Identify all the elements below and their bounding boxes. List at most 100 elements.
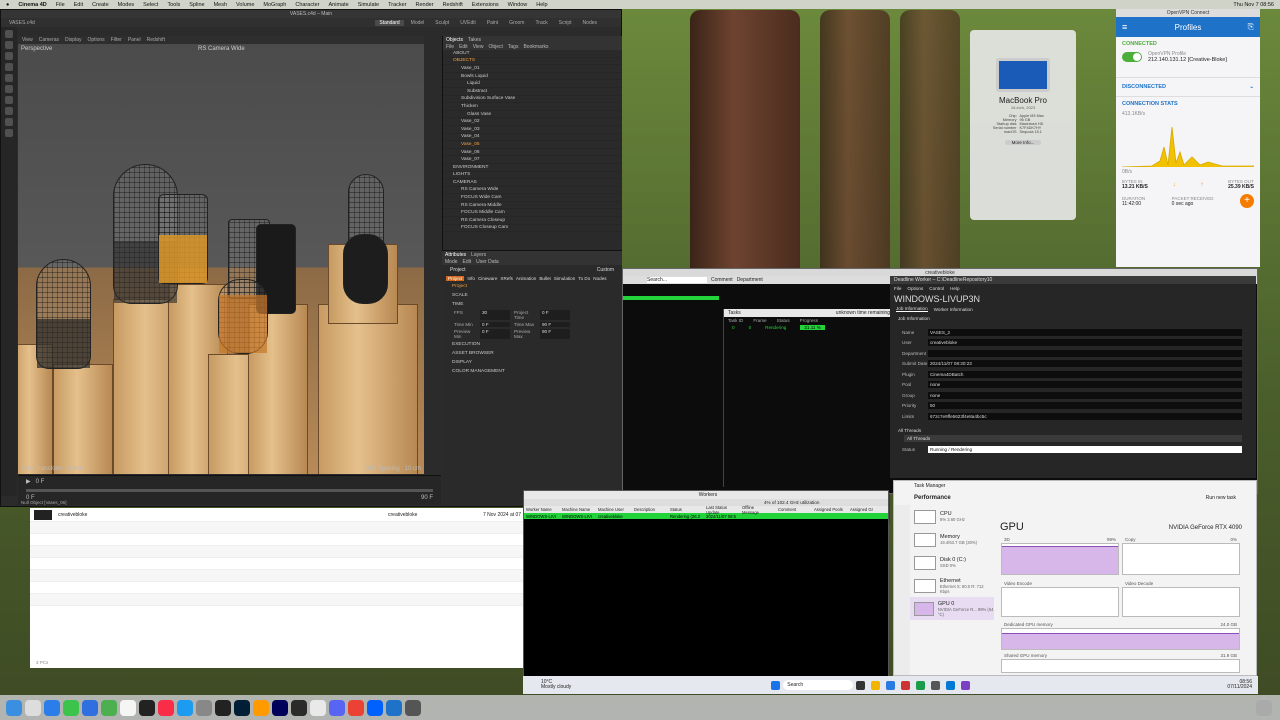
menubar-app-name[interactable]: Cinema 4D	[18, 2, 46, 8]
worker-row[interactable]: WINDOWS-LIVUP... WINDOWS-LIVUP... creative…	[524, 513, 888, 519]
move-tool-icon[interactable]	[5, 30, 13, 38]
menubar-clock[interactable]: Thu Nov 7 08:56	[1233, 2, 1274, 8]
threads-dropdown[interactable]: All Threads	[904, 434, 1242, 442]
photos-icon[interactable]	[120, 699, 136, 716]
apple-icon[interactable]: ●	[6, 2, 9, 8]
import-profile-icon[interactable]: ⎘	[1248, 22, 1254, 32]
object-row[interactable]: RS Camera Wide	[443, 187, 622, 195]
layout-tab[interactable]: Sculpt	[431, 20, 453, 26]
job-field-value[interactable]: none	[928, 381, 1242, 389]
terminal-icon[interactable]	[291, 699, 307, 716]
list-item[interactable]: creativebloke creativebloke 7 Nov 2024 a…	[30, 508, 523, 522]
object-row[interactable]: Substract	[443, 88, 622, 96]
magnet-tool-icon[interactable]	[5, 129, 13, 137]
menubar-item[interactable]: Render	[416, 2, 434, 8]
attr-section-color-management[interactable]: COLOR MANAGEMENT	[442, 367, 622, 376]
object-row[interactable]: OBJECTS	[443, 58, 622, 66]
layout-tab[interactable]: Model	[407, 20, 429, 26]
vp-menu-item[interactable]: View	[22, 37, 33, 43]
object-row[interactable]: Vase_03	[443, 126, 622, 134]
object-row[interactable]: FOCUS Wide Cam	[443, 194, 622, 202]
workers-col[interactable]: Worker Name	[526, 507, 556, 512]
vp-menu-item[interactable]: Redshift	[147, 37, 165, 43]
vp-menu-item[interactable]: Options	[87, 37, 104, 43]
menubar-item[interactable]: Help	[536, 2, 547, 8]
tab-objects[interactable]: Objects	[446, 37, 463, 43]
object-row[interactable]: Vase_06	[443, 149, 622, 157]
settings-icon[interactable]	[196, 699, 212, 716]
layout-tab[interactable]: Script	[555, 20, 576, 26]
object-row[interactable]: Vase_07	[443, 156, 622, 164]
rotate-tool-icon[interactable]	[5, 41, 13, 49]
workers-col[interactable]: Description	[634, 507, 664, 512]
attr-subtab[interactable]: Animation	[516, 276, 536, 281]
safari-icon[interactable]	[44, 699, 60, 716]
run-new-task-button[interactable]: Run new task	[1206, 495, 1236, 501]
om-menu-item[interactable]: Object	[488, 44, 502, 50]
attr-subtab-project[interactable]: Project	[446, 276, 465, 281]
attr-subtab[interactable]: XRefs	[500, 276, 513, 281]
menubar-item[interactable]: Character	[295, 2, 319, 8]
job-field-value[interactable]: VASES_2	[928, 328, 1242, 336]
job-field-value[interactable]: 672c7e9ffe5623f4e8a4bc5c	[928, 412, 1242, 420]
app-icon[interactable]	[961, 680, 971, 690]
object-row[interactable]: Vase_01	[443, 65, 622, 73]
tasks-col[interactable]: Progress	[800, 318, 818, 323]
workers-col[interactable]: Assigned Gr	[850, 507, 880, 512]
taskview-icon[interactable]	[856, 680, 866, 690]
object-row[interactable]: RS Camera Middle	[443, 202, 622, 210]
hamburger-icon[interactable]: ≡	[1122, 22, 1127, 32]
current-frame[interactable]: 0 F	[36, 479, 45, 485]
timeline[interactable]: ▶ 0 F 0 F 90 F	[18, 475, 441, 505]
job-field-value[interactable]: 2024/11/07 08:30:23	[928, 360, 1242, 368]
tab-attributes[interactable]: Attributes	[445, 252, 466, 258]
add-profile-button[interactable]: +	[1240, 194, 1254, 208]
vp-menu-item[interactable]: Cameras	[39, 37, 59, 43]
layout-tab[interactable]: Paint	[483, 20, 502, 26]
attr-section-asset-browser[interactable]: ASSET BROWSER	[442, 349, 622, 358]
object-row[interactable]: FOCUS Middle Cam	[443, 209, 622, 218]
vp-menu-item[interactable]: Filter	[111, 37, 122, 43]
messages-icon[interactable]	[63, 699, 79, 716]
play-icon[interactable]: ▶	[26, 478, 31, 485]
discord-icon[interactable]	[329, 699, 345, 716]
job-field-value[interactable]	[928, 349, 1242, 357]
time-field-value[interactable]: 90 F	[540, 329, 570, 339]
polygon-mode-icon[interactable]	[5, 74, 13, 82]
layout-tab[interactable]: UVEdit	[456, 20, 480, 26]
maps-icon[interactable]	[101, 699, 117, 716]
vase-mesh[interactable]	[158, 194, 208, 284]
vp-menu-item[interactable]: Panel	[128, 37, 141, 43]
object-row[interactable]: ABOUT	[443, 50, 622, 58]
workers-col[interactable]: Offline Message	[742, 505, 772, 515]
workers-col[interactable]: Status	[670, 507, 700, 512]
workers-col[interactable]: Comment	[778, 507, 808, 512]
tab-job-information[interactable]: Job Information	[896, 306, 928, 312]
menubar-item[interactable]: Select	[143, 2, 158, 8]
windows-start-icon[interactable]	[771, 680, 781, 690]
attr-menu-item[interactable]: Edit	[463, 259, 472, 265]
chrome-icon[interactable]	[348, 699, 364, 716]
edge-icon[interactable]	[886, 680, 896, 690]
select-tool-icon[interactable]	[5, 63, 13, 71]
vase-mesh[interactable]	[36, 259, 91, 369]
object-row[interactable]: ENVIRONMENT	[443, 164, 622, 172]
worker-menu-item[interactable]: Control	[929, 286, 944, 291]
vase-mesh[interactable]	[343, 234, 388, 304]
menubar-item[interactable]: Tools	[167, 2, 180, 8]
tasks-col[interactable]: Status	[777, 318, 790, 323]
menubar-item[interactable]: MoGraph	[263, 2, 286, 8]
menubar-item[interactable]: Animate	[329, 2, 349, 8]
menubar-item[interactable]: Redshift	[443, 2, 463, 8]
worker-menu-item[interactable]: Help	[950, 286, 959, 291]
om-menu-item[interactable]: View	[473, 44, 484, 50]
layout-tab-standard[interactable]: Standard	[375, 19, 404, 26]
object-row[interactable]: Thicken	[443, 103, 622, 111]
object-row[interactable]: Vase_04	[443, 134, 622, 142]
vpn-disconnected-section[interactable]: DISCONNECTED ⌄	[1116, 77, 1260, 97]
object-row[interactable]: FOCUS Closeup Cam	[443, 225, 622, 233]
jobs-col[interactable]: Comment	[711, 277, 733, 283]
attr-menu-item[interactable]: Mode	[445, 259, 458, 265]
menubar-item[interactable]: File	[56, 2, 65, 8]
timeline-end[interactable]: 90 F	[421, 495, 433, 501]
